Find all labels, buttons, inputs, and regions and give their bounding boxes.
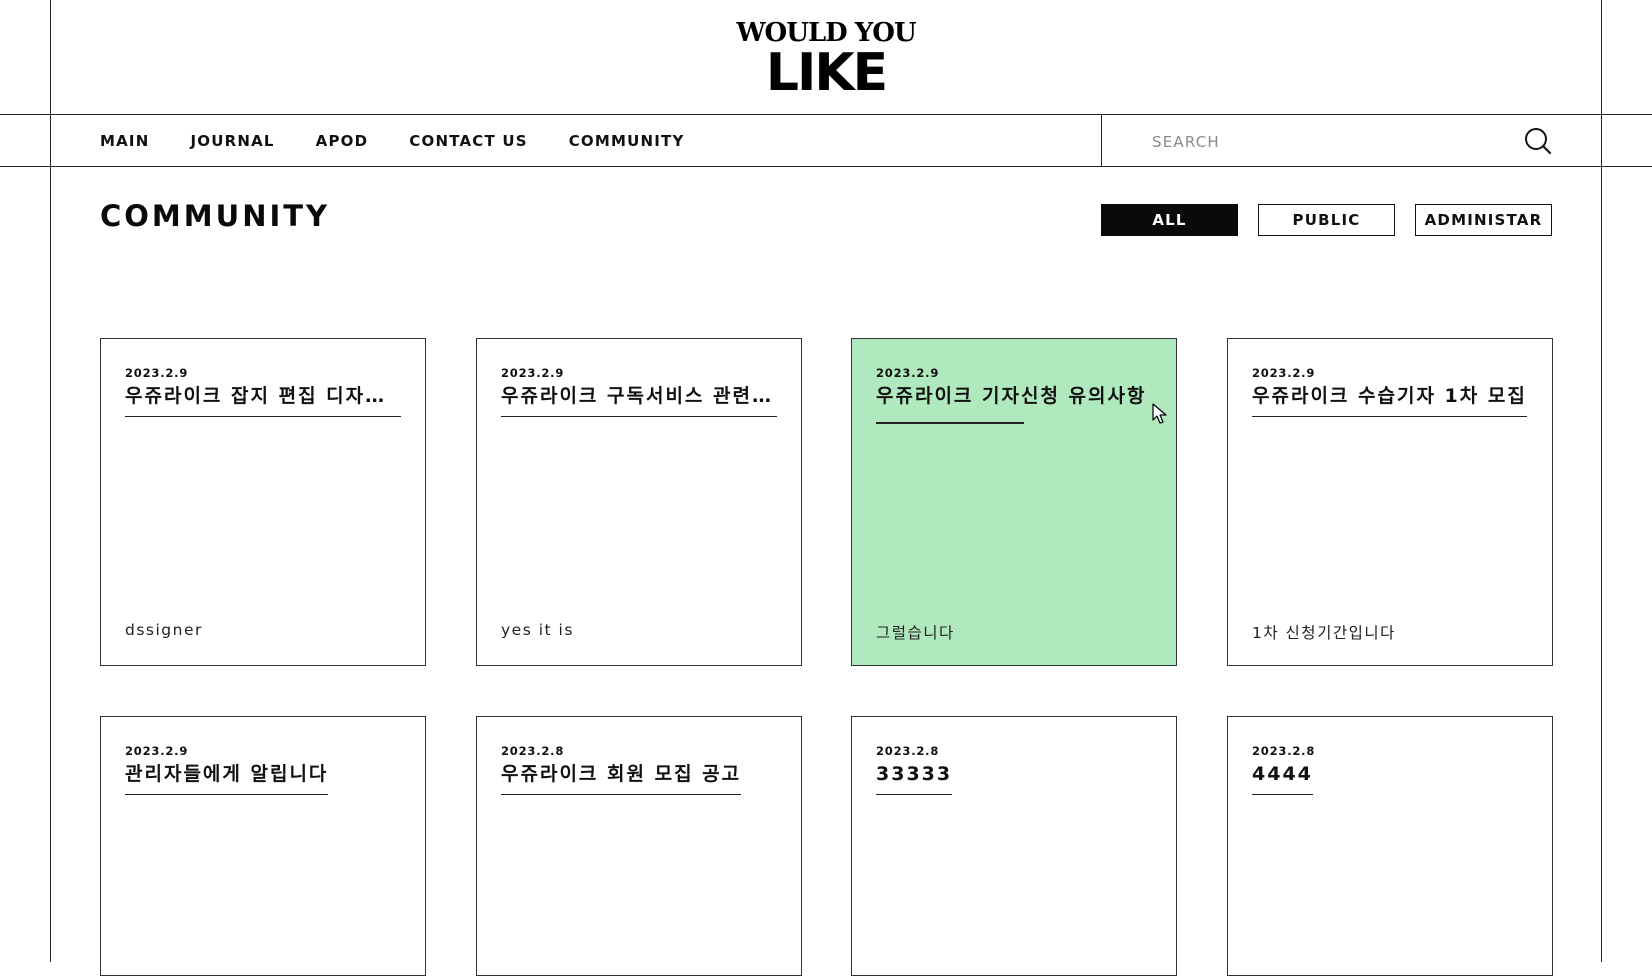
nav-item-journal[interactable]: JOURNAL (190, 132, 274, 150)
post-author: dssigner (125, 621, 203, 639)
search-icon[interactable] (1524, 127, 1552, 155)
post-title[interactable]: 우쥬라이크 구독서비스 관련 공지 (501, 384, 777, 417)
nav-item-community[interactable]: COMMUNITY (569, 132, 685, 150)
post-card[interactable]: 2023.2.8 우쥬라이크 회원 모집 공고 (476, 716, 802, 976)
post-title[interactable]: 4444 (1252, 762, 1313, 795)
post-date: 2023.2.9 (501, 366, 565, 380)
post-card[interactable]: 2023.2.8 33333 (851, 716, 1177, 976)
post-title[interactable]: 우쥬라이크 잡지 편집 디자이너 모집 (125, 384, 401, 417)
post-card[interactable]: 2023.2.8 4444 (1227, 716, 1553, 976)
post-card[interactable]: 2023.2.9 우쥬라이크 수습기자 1차 모집 1차 신청기간입니다 (1227, 338, 1553, 666)
search-divider (1101, 115, 1102, 166)
post-author: 1차 신청기간입니다 (1252, 624, 1396, 642)
post-title[interactable]: 33333 (876, 762, 953, 795)
post-title[interactable]: 우쥬라이크 기자신청 유의사항 (876, 384, 1146, 416)
post-date: 2023.2.9 (125, 744, 189, 758)
post-title[interactable]: 관리자들에게 알립니다 (125, 762, 329, 795)
filter-administar-button[interactable]: ADMINISTAR (1415, 204, 1552, 236)
nav-bottom-border (0, 166, 1652, 167)
nav-item-apod[interactable]: APOD (316, 132, 369, 150)
post-card[interactable]: 2023.2.9 관리자들에게 알립니다 (100, 716, 426, 976)
post-date: 2023.2.8 (876, 744, 940, 758)
frame-left-border (50, 0, 51, 962)
nav-item-main[interactable]: MAIN (100, 132, 149, 150)
post-date: 2023.2.9 (876, 366, 940, 380)
post-card[interactable]: 2023.2.9 우쥬라이크 구독서비스 관련 공지 yes it is (476, 338, 802, 666)
page-title: COMMUNITY (100, 199, 331, 233)
post-date: 2023.2.8 (1252, 744, 1316, 758)
would-you-like-logo[interactable]: WOULD YOU LIKE (728, 18, 925, 92)
search-input[interactable] (1150, 124, 1514, 160)
post-title[interactable]: 우쥬라이크 회원 모집 공고 (501, 762, 742, 795)
post-card[interactable]: 2023.2.9 우쥬라이크 잡지 편집 디자이너 모집 dssigner (100, 338, 426, 666)
main-nav: MAIN JOURNAL APOD CONTACT US COMMUNITY (100, 115, 726, 166)
nav-item-contact-us[interactable]: CONTACT US (409, 132, 527, 150)
post-date: 2023.2.8 (501, 744, 565, 758)
post-author: yes it is (501, 621, 574, 639)
post-author: 그럴습니다 (876, 624, 955, 642)
post-title-underline (876, 422, 1024, 424)
post-card-hovered[interactable]: 2023.2.9 우쥬라이크 기자신청 유의사항 그럴습니다 (851, 338, 1177, 666)
frame-right-border (1601, 0, 1602, 962)
post-date: 2023.2.9 (1252, 366, 1316, 380)
post-date: 2023.2.9 (125, 366, 189, 380)
post-title[interactable]: 우쥬라이크 수습기자 1차 모집 (1252, 384, 1527, 417)
logo-text-bottom: LIKE (766, 43, 886, 92)
filter-public-button[interactable]: PUBLIC (1258, 204, 1395, 236)
filter-all-button[interactable]: ALL (1101, 204, 1238, 236)
